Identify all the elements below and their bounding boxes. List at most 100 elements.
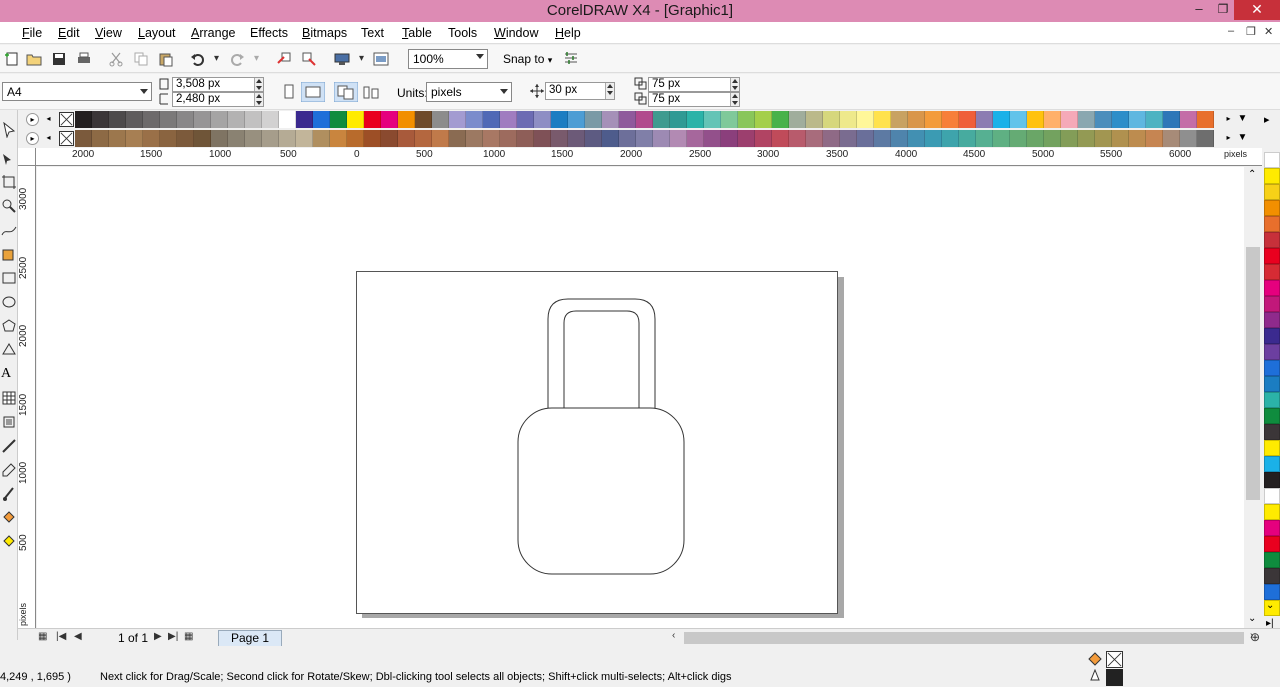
palette-swatches[interactable] (75, 111, 1214, 128)
color-swatch[interactable] (840, 111, 857, 128)
redo-icon[interactable] (229, 51, 245, 67)
color-swatch[interactable] (1264, 328, 1280, 344)
print-icon[interactable] (76, 51, 92, 67)
no-fill-swatch[interactable] (59, 131, 74, 146)
color-swatch[interactable] (1027, 130, 1044, 147)
color-swatch[interactable] (1264, 376, 1280, 392)
color-swatch[interactable] (585, 111, 602, 128)
color-swatch[interactable] (1129, 111, 1146, 128)
color-swatch[interactable] (1163, 111, 1180, 128)
menu-text[interactable]: Text (361, 26, 384, 40)
menu-table[interactable]: Table (402, 26, 432, 40)
color-swatch[interactable] (687, 111, 704, 128)
color-swatch[interactable] (942, 130, 959, 147)
color-swatch[interactable] (1264, 152, 1280, 168)
color-swatch[interactable] (1264, 568, 1280, 584)
color-swatch[interactable] (1264, 216, 1280, 232)
color-swatch[interactable] (398, 130, 415, 147)
portrait-icon[interactable] (282, 84, 296, 100)
color-swatch[interactable] (466, 111, 483, 128)
color-swatch[interactable] (602, 111, 619, 128)
color-swatch[interactable] (1264, 472, 1280, 488)
color-swatch[interactable] (976, 111, 993, 128)
eyedropper-tool-icon[interactable] (1, 462, 17, 478)
color-swatch[interactable] (449, 111, 466, 128)
page-width-field[interactable]: 3,508 px (172, 77, 264, 92)
color-swatch[interactable] (432, 130, 449, 147)
color-swatch[interactable] (262, 111, 279, 128)
color-swatch[interactable] (636, 130, 653, 147)
color-swatch[interactable] (143, 130, 160, 147)
vertical-scroll-thumb[interactable] (1246, 247, 1260, 500)
color-swatch[interactable] (381, 111, 398, 128)
horizontal-scrollbar[interactable]: ‹ › (668, 630, 1264, 646)
color-swatch[interactable] (194, 111, 211, 128)
ellipse-tool-icon[interactable] (1, 294, 17, 310)
color-swatch[interactable] (211, 130, 228, 147)
color-swatch[interactable] (160, 130, 177, 147)
menu-tools[interactable]: Tools (448, 26, 477, 40)
color-swatch[interactable] (1180, 111, 1197, 128)
last-page-icon[interactable]: ▶| (168, 631, 178, 642)
redo-dropdown-icon[interactable]: ▾ (254, 53, 259, 64)
color-swatch[interactable] (993, 130, 1010, 147)
menu-layout[interactable]: Layout (138, 26, 176, 40)
text-tool-icon[interactable]: A (1, 366, 17, 382)
palette-fly-out-icon[interactable]: ▸ (1264, 113, 1270, 126)
color-swatch[interactable] (228, 130, 245, 147)
color-swatch[interactable] (670, 130, 687, 147)
color-swatch[interactable] (670, 111, 687, 128)
color-swatch[interactable] (585, 130, 602, 147)
color-swatch[interactable] (143, 111, 160, 128)
color-swatch[interactable] (228, 111, 245, 128)
menu-window[interactable]: Window (494, 26, 538, 40)
color-swatch[interactable] (415, 111, 432, 128)
mdi-minimize-icon[interactable]: – (1228, 25, 1234, 37)
color-swatch[interactable] (874, 130, 891, 147)
landscape-icon[interactable] (301, 82, 325, 102)
pick-tool-icon[interactable] (1, 122, 17, 138)
basic-shapes-tool-icon[interactable] (1, 342, 17, 358)
color-swatch[interactable] (891, 111, 908, 128)
page-size-select[interactable]: A4 (2, 82, 152, 101)
mdi-close-icon[interactable]: ✕ (1264, 25, 1273, 38)
cut-icon[interactable] (108, 51, 124, 67)
color-swatch[interactable] (1264, 520, 1280, 536)
rectangle-tool-icon[interactable] (1, 270, 17, 286)
color-swatch[interactable] (1044, 130, 1061, 147)
all-pages-icon[interactable] (334, 82, 358, 102)
color-swatch[interactable] (347, 130, 364, 147)
current-page-icon[interactable] (362, 84, 380, 100)
fill-color-indicator[interactable] (1106, 651, 1123, 668)
open-folder-icon[interactable] (26, 51, 42, 67)
color-swatch[interactable] (483, 130, 500, 147)
menu-effects[interactable]: Effects (250, 26, 288, 40)
color-swatch[interactable] (1044, 111, 1061, 128)
first-page-icon[interactable]: |◀ (56, 631, 66, 642)
color-swatch[interactable] (534, 130, 551, 147)
color-swatch[interactable] (279, 111, 296, 128)
color-swatch[interactable] (1129, 130, 1146, 147)
color-swatch[interactable] (721, 130, 738, 147)
color-swatch[interactable] (891, 130, 908, 147)
close-button[interactable]: ✕ (1234, 0, 1280, 20)
color-swatch[interactable] (75, 111, 92, 128)
color-swatch[interactable] (772, 111, 789, 128)
page-height-spinner[interactable] (254, 93, 263, 106)
color-swatch[interactable] (517, 111, 534, 128)
color-swatch[interactable] (1078, 111, 1095, 128)
color-swatch[interactable] (1264, 312, 1280, 328)
maximize-button[interactable]: ❐ (1212, 0, 1234, 20)
color-swatch[interactable] (959, 111, 976, 128)
color-swatch[interactable] (1197, 111, 1214, 128)
color-swatch[interactable] (1010, 111, 1027, 128)
duplicate-y-spinner[interactable] (730, 93, 739, 106)
color-swatch[interactable] (1010, 130, 1027, 147)
color-swatch[interactable] (653, 130, 670, 147)
color-swatch[interactable] (109, 111, 126, 128)
color-swatch[interactable] (653, 111, 670, 128)
color-swatch[interactable] (500, 111, 517, 128)
crop-tool-icon[interactable] (1, 174, 17, 190)
color-swatch[interactable] (177, 111, 194, 128)
page-width-spinner[interactable] (254, 78, 263, 91)
